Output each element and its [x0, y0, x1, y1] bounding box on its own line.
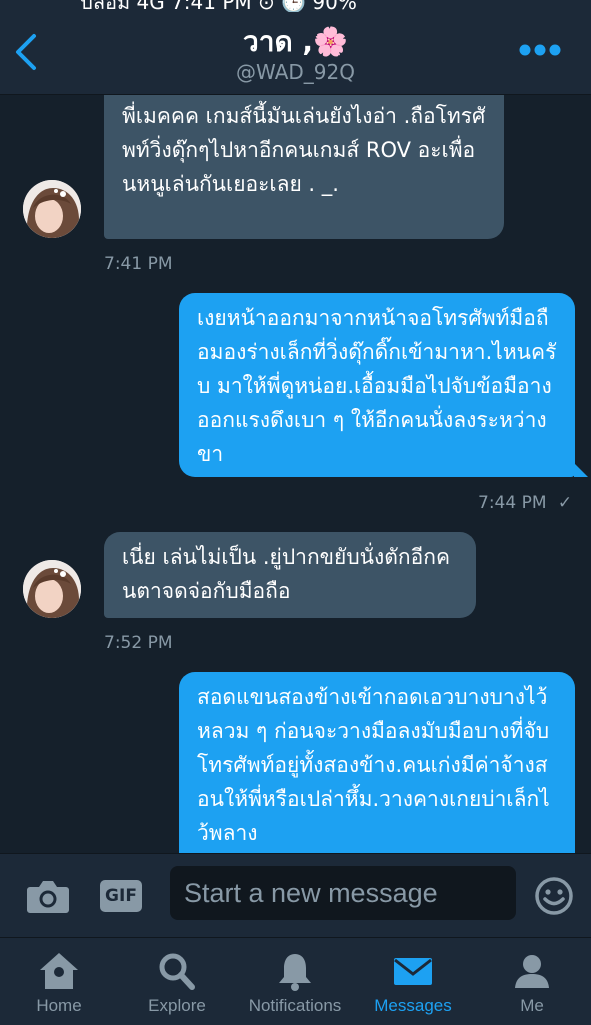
message-bubble-incoming[interactable]: เนี่ย เล่นไม่เป็น .ยู่ปากขยับนั่งตักอีกค… — [104, 532, 476, 618]
status-bar: ปลอม 4G 7:41 PM ⊙ 🕒 90% — [0, 0, 591, 12]
bell-icon — [279, 954, 311, 991]
bubble-tail — [574, 463, 588, 477]
tab-me-label: Me — [520, 996, 544, 1015]
tab-messages-label: Messages — [374, 996, 452, 1015]
message-bubble-outgoing[interactable]: เงยหน้าออกมาจากหน้าจอโทรศัพท์มือถือมองร่… — [179, 293, 575, 477]
status-bar-text: ปลอม 4G 7:41 PM ⊙ 🕒 90% — [80, 0, 357, 12]
message-bubble-outgoing[interactable]: สอดแขนสองข้างเข้ากอดเอวบางบางไว้หลวม ๆ ก… — [179, 672, 575, 853]
message-timestamp-row: 7:44 PM ✓ — [478, 493, 572, 513]
emoji-icon[interactable] — [534, 876, 574, 916]
bottom-tab-bar: Home Explore Notifications Messages Me — [0, 937, 591, 1025]
tab-notifications-label: Notifications — [248, 996, 342, 1015]
message-thread: พี่เมคคค เกมส์นี้มันเล่นยังไงอ่า .ถือโทร… — [0, 95, 591, 853]
message-timestamp: 7:52 PM — [104, 633, 173, 653]
message-bubble-incoming[interactable]: พี่เมคคค เกมส์นี้มันเล่นยังไงอ่า .ถือโทร… — [104, 95, 504, 239]
gif-button[interactable]: GIF — [100, 880, 142, 912]
tab-notifications[interactable]: Notifications — [236, 938, 354, 1025]
conversation-header: วาด ,🌸 @WAD_92Q — [0, 0, 591, 95]
camera-icon[interactable] — [26, 878, 70, 914]
tab-explore[interactable]: Explore — [118, 938, 236, 1025]
more-dots-icon[interactable] — [519, 38, 561, 62]
person-icon — [515, 955, 549, 988]
conversation-handle: @WAD_92Q — [236, 60, 355, 84]
conversation-title: วาด ,🌸 — [243, 25, 348, 58]
search-icon — [159, 953, 195, 990]
message-input[interactable] — [170, 866, 516, 920]
avatar-photo — [23, 180, 81, 238]
home-icon — [40, 953, 78, 989]
conversation-title-block[interactable]: วาด ,🌸 @WAD_92Q — [0, 24, 591, 84]
read-check-icon: ✓ — [557, 493, 573, 513]
mail-icon — [394, 958, 432, 985]
avatar[interactable] — [23, 560, 81, 618]
message-timestamp: 7:41 PM — [104, 254, 173, 274]
tab-explore-label: Explore — [148, 996, 206, 1015]
message-timestamp: 7:44 PM — [478, 493, 547, 513]
tab-home-label: Home — [36, 996, 82, 1015]
tab-home[interactable]: Home — [0, 938, 118, 1025]
avatar-photo — [23, 560, 81, 618]
tab-messages[interactable]: Messages — [354, 938, 472, 1025]
avatar[interactable] — [23, 180, 81, 238]
tab-me[interactable]: Me — [473, 938, 591, 1025]
message-composer: GIF — [0, 853, 591, 938]
